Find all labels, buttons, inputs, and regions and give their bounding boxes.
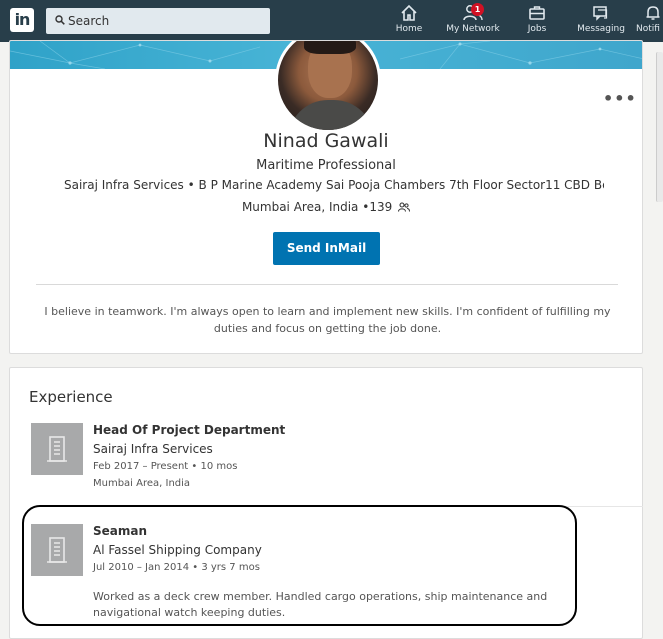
more-options-icon[interactable]: ••• [603,89,637,108]
nav-jobs-label: Jobs [527,24,547,34]
top-nav-bar: in Search Home 1 My Network Jobs Messagi… [0,0,663,42]
company-logo-placeholder[interactable] [31,423,83,475]
profile-location: Mumbai Area, India [241,200,359,214]
bell-icon [646,6,660,20]
nav-home[interactable]: Home [394,4,424,38]
profile-divider [36,284,618,285]
nav-notifications[interactable]: Notifi [636,4,663,38]
profile-location-connections: Mumbai Area, India •139 [10,200,642,214]
experience-heading: Experience [29,388,113,406]
search-input[interactable]: Search [46,8,270,34]
nav-my-network-label: My Network [446,24,500,34]
job-dates: Feb 2017 – Present • 10 mos [93,461,238,472]
nav-messaging[interactable]: Messaging [576,4,626,38]
job-title[interactable]: Head Of Project Department [93,423,285,437]
nav-notifications-label: Notifi [636,24,660,34]
linkedin-logo[interactable]: in [10,8,34,32]
profile-summary: I believe in teamwork. I'm always open t… [44,305,611,335]
chat-icon [593,6,608,21]
briefcase-icon [529,6,545,20]
job-location: Mumbai Area, India [93,478,191,489]
network-notification-badge: 1 [471,3,484,16]
nav-messaging-label: Messaging [577,24,625,34]
nav-jobs[interactable]: Jobs [524,4,550,38]
nav-home-label: Home [395,24,423,34]
job-company[interactable]: Sairaj Infra Services [93,442,213,456]
profile-headline: Maritime Professional [256,158,396,173]
home-icon [401,4,417,21]
nav-my-network[interactable]: 1 My Network [445,3,501,38]
profile-photo-hair [304,41,356,54]
send-inmail-button[interactable]: Send InMail [273,232,380,265]
connections-count[interactable]: •139 [362,200,392,214]
profile-photo[interactable] [275,41,381,133]
profile-photo-shirt [288,100,374,130]
profile-company-education[interactable]: Sairaj Infra Services • B P Marine Acade… [64,178,604,192]
profile-name: Ninad Gawali [263,130,389,152]
scrollbar[interactable] [656,52,663,202]
connections-icon [397,202,411,212]
search-placeholder: Search [68,14,110,28]
highlight-outline [22,505,577,626]
building-icon [47,436,67,462]
profile-card: ••• Ninad Gawali Maritime Professional S… [9,40,643,354]
search-icon [55,15,65,25]
